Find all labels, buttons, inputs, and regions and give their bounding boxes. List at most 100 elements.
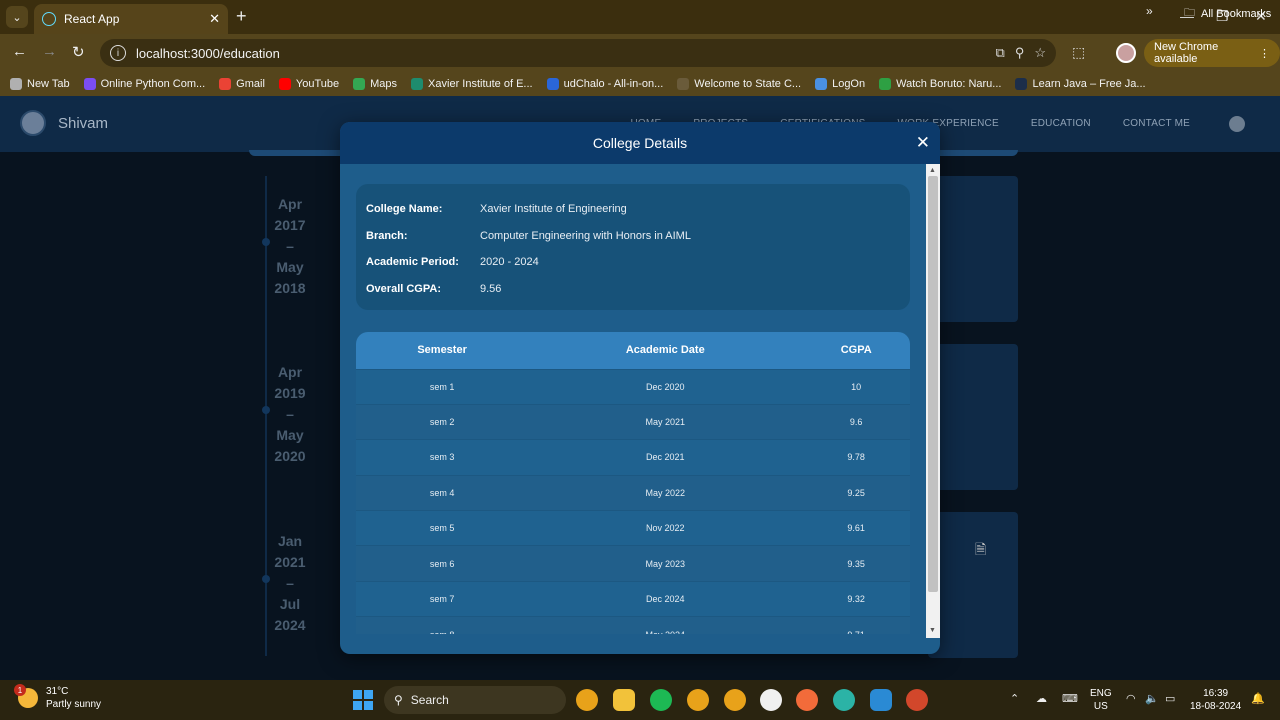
table-row: sem 6 May 2023 9.35 [356, 545, 910, 582]
bookmarks-overflow-icon[interactable]: » [1146, 4, 1153, 18]
bookmark-label: Online Python Com... [100, 78, 206, 90]
bookmark-item[interactable]: Xavier Institute of E... [411, 78, 533, 90]
browser-tab-active[interactable]: React App ✕ [34, 4, 228, 34]
back-button[interactable]: ← [12, 43, 27, 60]
bookmark-item[interactable]: Learn Java – Free Ja... [1015, 78, 1146, 90]
keyboard-icon[interactable]: ⌨ [1062, 692, 1078, 705]
bookmarks-bar: New Tab Online Python Com... Gmail YouTube M… [0, 72, 1280, 96]
bookmark-item[interactable]: Watch Boruto: Naru... [879, 78, 1001, 90]
site-info-icon[interactable]: i [110, 45, 126, 61]
reload-button[interactable]: ↻ [72, 43, 85, 61]
new-tab-button[interactable]: + [236, 6, 247, 27]
table-row: sem 1 Dec 2020 10 [356, 368, 910, 405]
bookmark-label: Xavier Institute of E... [428, 78, 533, 90]
close-tab-icon[interactable]: ✕ [209, 11, 220, 27]
weather-widget[interactable]: 1 31°C Partly sunny [14, 684, 102, 711]
date-part: 2019 [274, 385, 306, 401]
bookmark-item[interactable]: Online Python Com... [83, 78, 206, 90]
theme-toggle-icon[interactable] [1229, 116, 1245, 132]
detail-row: Branch: Computer Engineering with Honors … [366, 223, 900, 250]
chrome-profile-2-icon[interactable] [724, 689, 746, 711]
file-explorer-icon[interactable] [613, 689, 635, 711]
input-language[interactable]: ENG US [1090, 687, 1112, 713]
volume-icon[interactable]: 🔈 [1145, 692, 1159, 705]
bookmark-item[interactable]: Welcome to State C... [677, 78, 801, 90]
date-part: – [286, 406, 294, 422]
timeline-date: Apr 2017 – May 2018 [270, 194, 310, 299]
onedrive-icon[interactable]: ☁ [1036, 692, 1047, 705]
bookmark-favicon-icon [546, 78, 559, 90]
tab-search-button[interactable]: ⌄ [6, 6, 28, 28]
start-button[interactable] [353, 690, 373, 710]
table-cell: sem 7 [356, 580, 529, 617]
bookmark-favicon-icon [677, 78, 690, 90]
table-row: sem 3 Dec 2021 9.78 [356, 439, 910, 476]
table-cell: 9.32 [802, 580, 910, 617]
bookmark-item[interactable]: udChalo - All-in-on... [546, 78, 663, 90]
table-cell: sem 6 [356, 545, 529, 582]
search-icon: ⚲ [394, 693, 403, 707]
nav-link[interactable]: CONTACT ME [1123, 118, 1190, 129]
weather-desc: Partly sunny [46, 699, 102, 710]
timeline-dot [262, 238, 270, 246]
bookmark-star-icon[interactable]: ☆ [1034, 45, 1046, 61]
address-bar[interactable]: i localhost:3000/education ⧉ ⚲ ☆ [100, 39, 1056, 67]
spotify-icon[interactable] [650, 689, 672, 711]
tray-overflow-icon[interactable]: ⌃ [1010, 692, 1019, 705]
more-menu-icon[interactable]: ⋮ [1259, 47, 1270, 60]
postman-icon[interactable] [796, 689, 818, 711]
chrome-profile-icon[interactable] [687, 689, 709, 711]
scroll-up-icon[interactable]: ▲ [929, 167, 936, 174]
chrome-app-icon[interactable] [576, 689, 598, 711]
profile-avatar[interactable] [1116, 43, 1136, 63]
scroll-down-icon[interactable]: ▼ [929, 627, 936, 634]
timeline-card [928, 344, 1018, 490]
table-cell: May 2021 [528, 403, 803, 440]
battery-icon[interactable]: ▭ [1165, 692, 1175, 705]
notification-bell-icon[interactable]: 🔔 [1251, 692, 1265, 705]
detail-label: College Name: [366, 203, 443, 216]
detail-label: Academic Period: [366, 256, 459, 269]
vscode-icon[interactable] [870, 689, 892, 711]
document-icon[interactable]: 🗎 [975, 539, 986, 563]
modal-header: College Details ✕ [340, 122, 940, 164]
forward-button[interactable]: → [42, 43, 57, 60]
nav-link[interactable]: EDUCATION [1031, 118, 1091, 129]
date-part: 2021 [274, 554, 306, 570]
table-cell: Dec 2024 [528, 580, 803, 617]
extensions-icon[interactable]: ⬚ [1072, 44, 1085, 61]
mongodb-compass-icon[interactable] [760, 689, 782, 711]
page-viewport: Shivam HOMEPROJECTSCERTIFICATIONSWORK EX… [0, 96, 1280, 680]
table-cell: sem 4 [356, 474, 529, 511]
date-part: 2020 [274, 448, 306, 464]
table-cell: May 2022 [528, 474, 803, 511]
zoom-icon[interactable]: ⚲ [1015, 45, 1025, 61]
install-app-icon[interactable]: ⧉ [996, 45, 1005, 61]
close-icon[interactable]: ✕ [916, 134, 930, 151]
bookmark-item[interactable]: LogOn [815, 78, 865, 90]
system-clock[interactable]: 16:39 18-08-2024 [1190, 687, 1241, 713]
windows-taskbar: 1 31°C Partly sunny ⚲ Search ⌃ ☁ ⌨ ENG U… [0, 680, 1280, 720]
powerpoint-icon[interactable] [906, 689, 928, 711]
table-cell: 9.6 [802, 403, 910, 440]
scrollbar-thumb[interactable] [928, 176, 938, 592]
table-cell: 9.25 [802, 474, 910, 511]
bookmark-item[interactable]: Maps [353, 78, 397, 90]
all-bookmarks-button[interactable]: 🗀 All Bookmarks [1184, 4, 1271, 23]
bookmark-item[interactable]: Gmail [219, 78, 265, 90]
bookmark-item[interactable]: YouTube [278, 78, 339, 90]
table-cell: May 2024 [528, 616, 803, 634]
wifi-icon[interactable]: ◠ [1126, 692, 1136, 705]
brand[interactable]: Shivam [20, 110, 108, 136]
taskbar-search[interactable]: ⚲ Search [384, 686, 566, 714]
folder-icon: 🗀 [1184, 7, 1195, 19]
timeline-dot [262, 406, 270, 414]
date-part: 2018 [274, 280, 306, 296]
url-text: localhost:3000/education [136, 45, 280, 61]
college-details-modal: College Details ✕ College Name: Xavier In… [340, 122, 940, 654]
modal-scrollbar[interactable]: ▲ ▼ [926, 164, 940, 638]
bookmark-item[interactable]: New Tab [10, 78, 70, 90]
edge-icon[interactable] [833, 689, 855, 711]
update-chrome-button[interactable]: New Chrome available ⋮ [1144, 39, 1280, 67]
table-row: sem 8May 20249.71 [356, 616, 910, 634]
